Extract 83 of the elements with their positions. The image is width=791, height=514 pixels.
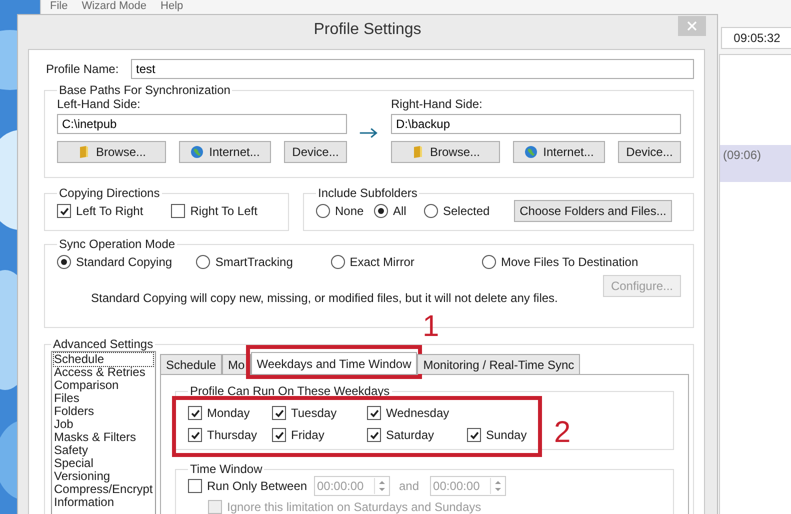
checkbox-option[interactable]: Right To Left	[171, 204, 276, 218]
radio-option[interactable]: SmartTracking	[196, 255, 331, 269]
checkbox[interactable]	[188, 406, 202, 420]
push-button[interactable]: Internet...	[513, 141, 605, 163]
sidebar-item[interactable]: Job	[54, 418, 153, 431]
push-button[interactable]: Choose Folders and Files...	[514, 200, 672, 222]
checkbox-option[interactable]: Sunday	[467, 428, 547, 442]
sidebar-item[interactable]: Special	[54, 457, 153, 470]
checkbox-option[interactable]: Thursday	[188, 428, 272, 442]
sidebar-item[interactable]: Compress/Encrypt	[54, 483, 153, 496]
tab[interactable]: Schedule	[160, 354, 222, 374]
sidebar-item[interactable]: Schedule	[54, 353, 153, 366]
radio-button[interactable]	[196, 255, 210, 269]
checkbox[interactable]	[57, 204, 71, 218]
checkbox[interactable]	[467, 428, 481, 442]
sidebar-item[interactable]: Access & Retries	[54, 366, 153, 379]
radio-button[interactable]	[316, 204, 330, 218]
globe-icon	[190, 145, 204, 159]
sidebar-item[interactable]: Files	[54, 392, 153, 405]
tab[interactable]: Weekdays and Time Window	[250, 352, 418, 374]
radio-option[interactable]: All	[374, 204, 424, 218]
input-field[interactable]: test	[131, 59, 694, 79]
annotation-number: 2	[554, 418, 571, 448]
checkbox[interactable]	[367, 428, 381, 442]
annotation-number: 1	[422, 312, 440, 342]
radio-button[interactable]	[424, 204, 438, 218]
checkbox-option[interactable]: Saturday	[367, 428, 467, 442]
radio-button[interactable]	[57, 255, 71, 269]
radio-option[interactable]: Move Files To Destination	[482, 255, 681, 269]
checkbox[interactable]	[367, 406, 381, 420]
radio-button[interactable]	[482, 255, 496, 269]
clock-cell: 09:05:32	[721, 27, 791, 49]
list-row[interactable]: (09:06)	[720, 145, 791, 182]
window-title: Profile Settings	[314, 21, 422, 39]
field-label: and	[399, 479, 420, 493]
sidebar-item[interactable]: Information	[54, 496, 153, 509]
sidebar-item[interactable]: Masks & Filters	[54, 431, 153, 444]
sidebar-item[interactable]: Folders	[54, 405, 153, 418]
radio-button[interactable]	[374, 204, 388, 218]
description-text: Standard Copying will copy new, missing, or modified files, but it will not delete any files.	[91, 291, 559, 305]
checkbox[interactable]	[188, 479, 202, 493]
group-title: Copying Directions	[58, 186, 161, 200]
push-button[interactable]: Device...	[618, 141, 681, 163]
field-label: Profile Name:	[46, 62, 120, 76]
radio-option[interactable]: Exact Mirror	[330, 255, 482, 269]
group-title: Advanced Settings	[52, 337, 154, 351]
push-button[interactable]: Device...	[284, 141, 347, 163]
checkbox[interactable]	[272, 428, 286, 442]
checkbox-option[interactable]: Monday	[188, 406, 272, 420]
close-icon	[687, 21, 697, 31]
radio-option[interactable]: Standard Copying	[57, 255, 196, 269]
radio-button[interactable]	[330, 255, 345, 269]
menu-item[interactable]: File	[50, 0, 68, 14]
tab[interactable]: Monitoring / Real-Time Sync	[417, 354, 580, 374]
menu-item[interactable]: Help	[160, 0, 184, 14]
push-button[interactable]: Browse...	[57, 141, 166, 163]
radio-option[interactable]: Selected	[424, 204, 506, 218]
push-button[interactable]: Internet...	[179, 141, 271, 163]
sidebar-item[interactable]: Comparison	[54, 379, 153, 392]
group-title: Sync Operation Mode	[58, 237, 176, 251]
group-title: Base Paths For Synchronization	[58, 83, 232, 97]
checkbox[interactable]	[272, 406, 286, 420]
push-button[interactable]: Browse...	[391, 141, 500, 163]
group-title: Include Subfolders	[317, 186, 418, 200]
checkbox-option[interactable]: Run Only Between	[188, 479, 308, 493]
checkbox-option[interactable]: Tuesday	[272, 406, 367, 420]
input-field[interactable]: C:\inetpub	[57, 114, 347, 134]
checkbox[interactable]	[188, 428, 202, 442]
group-title: Time Window	[189, 462, 264, 476]
field-label: Left-Hand Side:	[57, 97, 142, 111]
checkbox-option[interactable]: Left To Right	[57, 204, 172, 218]
input-field[interactable]: D:\backup	[391, 114, 681, 134]
field-label: Right-Hand Side:	[391, 97, 484, 111]
checkbox[interactable]	[171, 204, 186, 218]
globe-icon	[524, 145, 538, 159]
checkbox-option[interactable]: Wednesday	[367, 406, 467, 420]
sidebar-item[interactable]: Safety	[54, 444, 153, 457]
arrow-icon	[359, 127, 378, 139]
menu-item[interactable]: Wizard Mode	[82, 0, 147, 14]
radio-option[interactable]: None	[316, 204, 374, 218]
sidebar-item[interactable]: Versioning	[54, 470, 153, 483]
checkbox-option[interactable]: Friday	[272, 428, 367, 442]
group-title: Profile Can Run On These Weekdays	[189, 384, 391, 398]
